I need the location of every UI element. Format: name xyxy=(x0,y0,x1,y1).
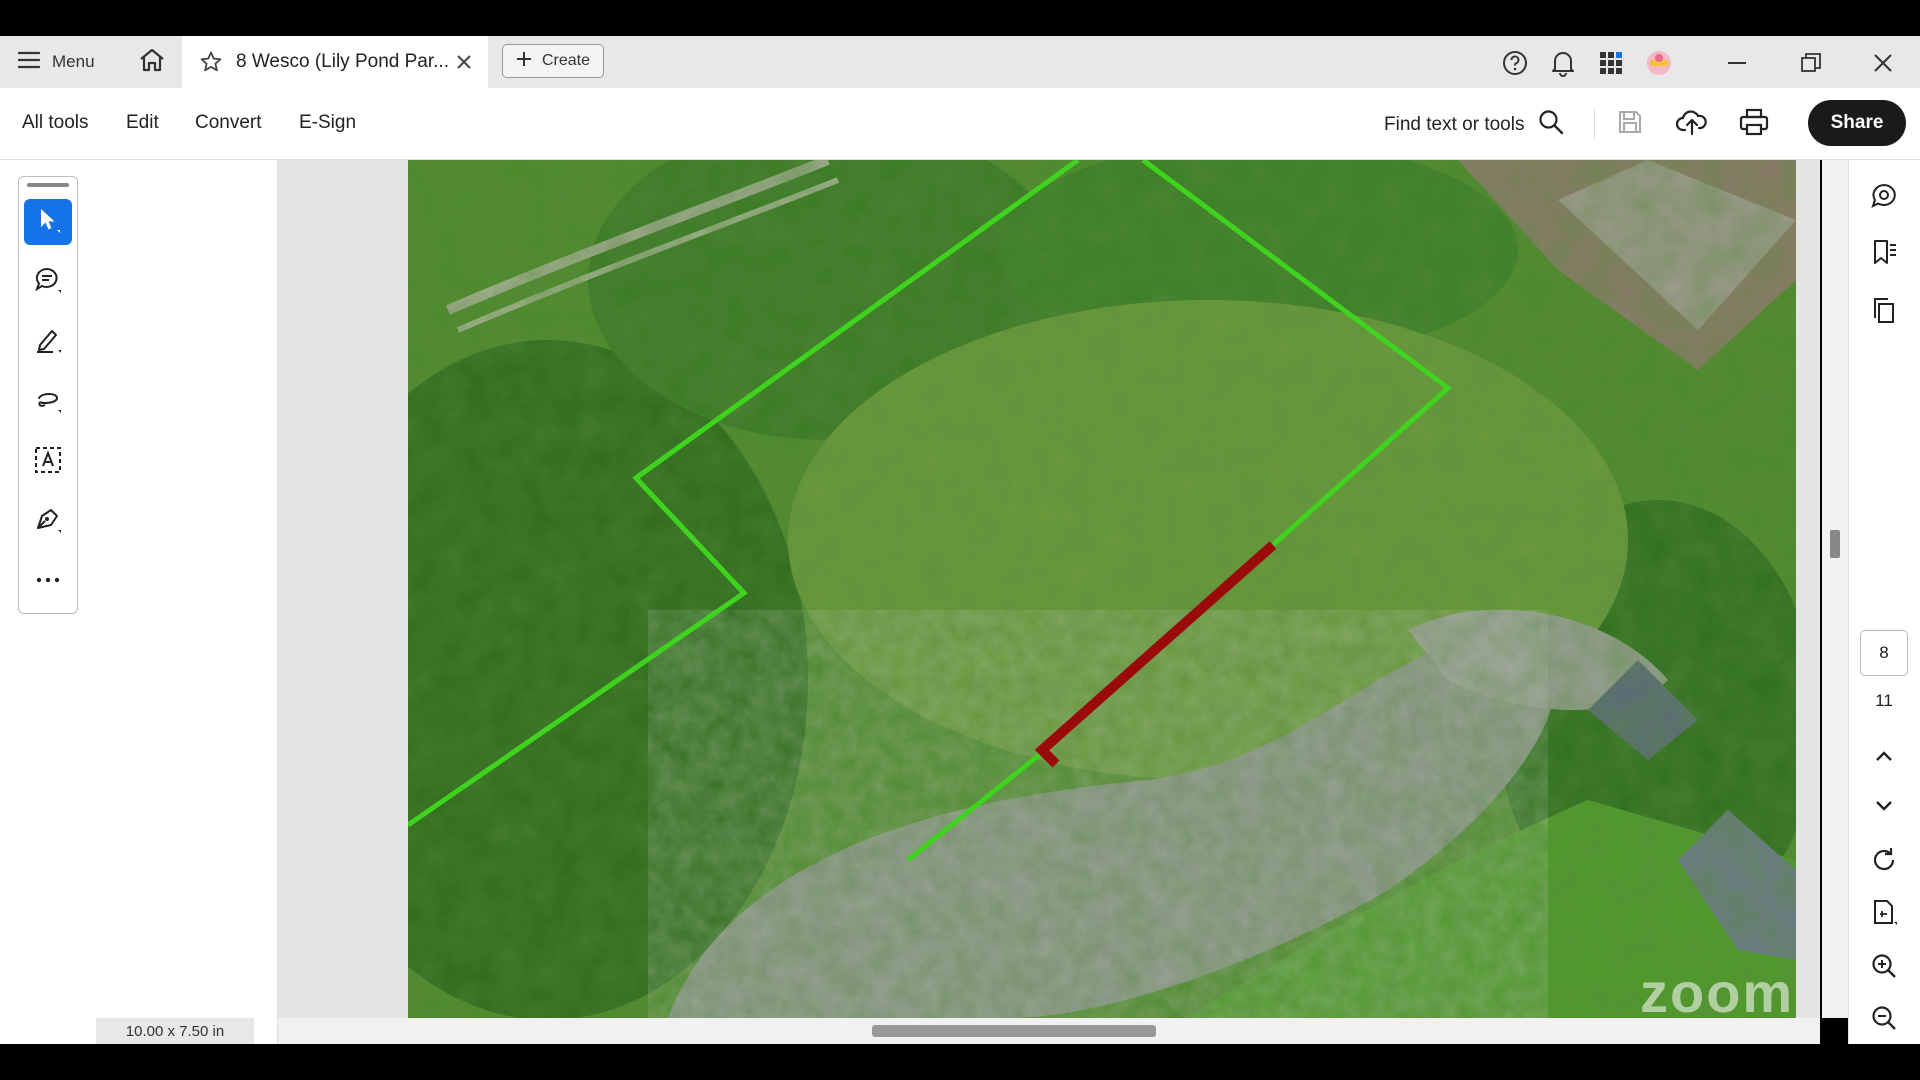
save-icon[interactable] xyxy=(1616,108,1646,138)
rail-grip[interactable] xyxy=(27,183,69,187)
vertical-scroll-thumb[interactable] xyxy=(1830,530,1840,558)
menu-edit[interactable]: Edit xyxy=(126,112,159,134)
create-button[interactable]: Create xyxy=(502,44,604,78)
share-button[interactable]: Share xyxy=(1808,100,1906,146)
home-icon xyxy=(138,47,166,78)
tab-bar: Menu 8 Wesco (Lily Pond Par... Create xyxy=(0,36,1920,88)
close-window-icon[interactable] xyxy=(1868,48,1898,78)
quick-tools-rail xyxy=(18,176,78,614)
pdf-page-aerial-photo[interactable] xyxy=(408,160,1796,1018)
toolbar-divider xyxy=(1594,108,1595,140)
home-button[interactable] xyxy=(136,46,168,78)
top-black-bar xyxy=(0,0,1920,36)
highlight-tool-button[interactable] xyxy=(24,319,72,365)
ai-assistant-icon[interactable] xyxy=(1868,180,1900,212)
document-tab-title: 8 Wesco (Lily Pond Par... xyxy=(236,51,449,72)
avatar[interactable] xyxy=(1644,48,1674,78)
page-up-chevron-icon[interactable] xyxy=(1868,740,1900,772)
more-dots-icon xyxy=(35,571,61,589)
freehand-draw-icon xyxy=(33,385,63,420)
page-size-label: 10.00 x 7.50 in xyxy=(96,1018,254,1044)
create-label: Create xyxy=(541,52,591,69)
menu-e-sign[interactable]: E-Sign xyxy=(299,112,356,134)
page-thumbnails-icon[interactable] xyxy=(1868,294,1900,326)
fountain-pen-icon xyxy=(33,505,63,540)
search-icon xyxy=(1538,109,1564,141)
print-icon[interactable] xyxy=(1738,106,1772,140)
restore-icon[interactable] xyxy=(1796,48,1826,78)
bookmark-icon[interactable] xyxy=(1868,236,1900,268)
find-label: Find text or tools xyxy=(1384,114,1525,135)
draw-tool-button[interactable] xyxy=(24,379,72,425)
text-box-icon xyxy=(33,445,63,480)
cloud-upload-icon[interactable] xyxy=(1675,106,1710,140)
highlighter-pen-icon xyxy=(33,325,63,360)
main-toolbar: All tools Edit Convert E-Sign Find text … xyxy=(0,88,1920,160)
zoom-out-icon[interactable] xyxy=(1868,1002,1900,1034)
cursor-arrow-icon xyxy=(35,206,61,239)
rotate-icon[interactable] xyxy=(1868,844,1900,876)
minimize-icon[interactable] xyxy=(1722,48,1752,78)
aerial-site-image xyxy=(408,160,1796,1018)
fit-page-icon[interactable] xyxy=(1868,896,1900,928)
menu-button[interactable]: Menu xyxy=(17,46,95,78)
help-icon[interactable] xyxy=(1500,48,1530,78)
hamburger-icon xyxy=(17,51,41,74)
bottom-black-bar xyxy=(0,1044,1920,1080)
zoom-watermark: zoom xyxy=(1640,961,1795,1024)
total-pages: 11 xyxy=(1875,691,1893,710)
page-down-chevron-icon[interactable] xyxy=(1868,790,1900,822)
menu-convert[interactable]: Convert xyxy=(195,112,262,134)
document-tab[interactable]: 8 Wesco (Lily Pond Par... xyxy=(182,36,488,88)
horizontal-scroll-thumb[interactable] xyxy=(872,1025,1156,1037)
plus-icon xyxy=(516,51,532,72)
close-tab-icon[interactable] xyxy=(452,50,476,74)
comment-icon xyxy=(33,265,63,300)
select-tool-button[interactable] xyxy=(24,199,72,245)
menu-label: Menu xyxy=(52,52,95,71)
vertical-scrollbar[interactable] xyxy=(1822,160,1848,1018)
star-icon[interactable] xyxy=(198,49,224,75)
bell-icon[interactable] xyxy=(1548,48,1578,78)
current-page-input[interactable]: 8 xyxy=(1860,630,1908,676)
sign-tool-button[interactable] xyxy=(24,499,72,545)
comment-tool-button[interactable] xyxy=(24,259,72,305)
find-text-or-tools[interactable]: Find text or tools xyxy=(1384,110,1564,140)
more-tools-button[interactable] xyxy=(24,557,72,603)
zoom-in-icon[interactable] xyxy=(1868,950,1900,982)
apps-icon[interactable] xyxy=(1596,48,1626,78)
menu-all-tools[interactable]: All tools xyxy=(22,112,89,134)
text-recognition-tool-button[interactable] xyxy=(24,439,72,485)
